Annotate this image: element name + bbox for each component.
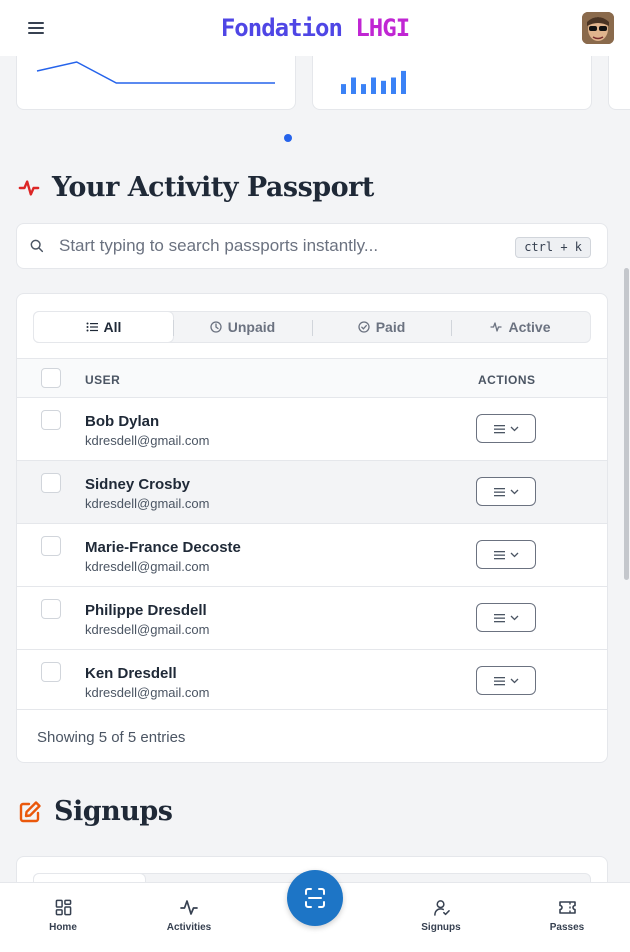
check-circle-icon xyxy=(358,321,370,333)
nav-signups[interactable]: Signups xyxy=(401,899,481,933)
nav-activities-label: Activities xyxy=(166,922,212,933)
user-email: kdresdell@gmail.com xyxy=(85,685,210,700)
sparkline-bar xyxy=(351,77,356,94)
menu-lines-icon xyxy=(493,550,505,559)
ticket-icon xyxy=(558,901,576,914)
sparkline-path xyxy=(36,61,275,84)
dashboard-icon xyxy=(55,899,71,916)
chevron-down-icon xyxy=(510,552,518,557)
signups-title: Signups xyxy=(54,796,173,827)
chevron-down-icon xyxy=(510,426,518,431)
nav-home-label: Home xyxy=(49,922,77,933)
scan-icon xyxy=(305,888,325,908)
user-name: Sidney Crosby xyxy=(85,476,191,493)
row-actions-dropdown[interactable] xyxy=(476,540,536,569)
row-actions-dropdown[interactable] xyxy=(476,666,536,695)
menu-lines-icon xyxy=(493,613,505,622)
search-icon xyxy=(30,239,44,253)
list-icon xyxy=(86,322,98,332)
page-title: Your Activity Passport xyxy=(52,172,374,203)
table-row[interactable]: Sidney Crosby kdresdell@gmail.com xyxy=(17,461,607,524)
column-header-user: USER xyxy=(85,373,121,387)
tab-active-label: Active xyxy=(508,319,551,335)
activity-icon xyxy=(490,322,503,332)
passport-search: ctrl + k xyxy=(16,223,608,269)
top-bar: Fondation LHGI xyxy=(0,0,630,56)
sparkline-bar xyxy=(361,84,366,94)
menu-icon[interactable] xyxy=(26,19,46,37)
carousel-dot-active[interactable] xyxy=(284,134,292,142)
tab-paid[interactable]: Paid xyxy=(312,312,451,342)
signups-section-title: Signups xyxy=(18,796,173,827)
user-email: kdresdell@gmail.com xyxy=(85,496,210,511)
sparkline-bar xyxy=(371,77,376,94)
chevron-down-icon xyxy=(510,678,518,683)
table-row[interactable]: Bob Dylan kdresdell@gmail.com xyxy=(17,398,607,461)
user-email: kdresdell@gmail.com xyxy=(85,622,210,637)
select-all-checkbox[interactable] xyxy=(41,368,61,388)
entries-count: Showing 5 of 5 entries xyxy=(37,729,186,746)
row-actions-dropdown[interactable] xyxy=(476,414,536,443)
keyboard-shortcut-badge: ctrl + k xyxy=(515,237,591,258)
edit-icon xyxy=(19,800,41,822)
brand-name-part2: LHGI xyxy=(355,14,410,42)
user-name: Philippe Dresdell xyxy=(85,602,207,619)
table-row[interactable]: Ken Dresdell kdresdell@gmail.com xyxy=(17,650,607,709)
page-scrollbar[interactable] xyxy=(624,268,629,580)
heartbeat-icon xyxy=(18,179,40,196)
sparkline-bar xyxy=(381,80,386,94)
table-row[interactable]: Philippe Dresdell kdresdell@gmail.com xyxy=(17,587,607,650)
tab-all[interactable]: All xyxy=(34,312,173,342)
user-email: kdresdell@gmail.com xyxy=(85,559,210,574)
sparkline-bar xyxy=(401,70,406,94)
search-input[interactable] xyxy=(59,236,509,256)
menu-lines-icon xyxy=(493,487,505,496)
nav-passes[interactable]: Passes xyxy=(527,899,607,933)
chevron-down-icon xyxy=(510,489,518,494)
tab-all-label: All xyxy=(103,319,122,335)
nav-activities[interactable]: Activities xyxy=(149,899,229,933)
nav-signups-label: Signups xyxy=(421,922,461,933)
activity-icon xyxy=(180,900,198,915)
clock-icon xyxy=(210,321,222,333)
brand-name-part1: Fondation xyxy=(220,14,343,42)
sparkline-bar xyxy=(341,84,346,94)
row-checkbox[interactable] xyxy=(41,599,61,619)
scan-qr-button[interactable] xyxy=(287,870,343,926)
row-checkbox[interactable] xyxy=(41,536,61,556)
chevron-down-icon xyxy=(510,615,518,620)
row-checkbox[interactable] xyxy=(41,410,61,430)
user-name: Marie-France Decoste xyxy=(85,539,241,556)
nav-passes-label: Passes xyxy=(549,922,585,933)
row-actions-dropdown[interactable] xyxy=(476,477,536,506)
table-header: USER ACTIONS xyxy=(17,358,607,398)
user-name: Bob Dylan xyxy=(85,413,160,430)
filter-tabs: All Unpaid Paid Active xyxy=(33,311,591,343)
user-email: kdresdell@gmail.com xyxy=(85,433,210,448)
passport-section-title: Your Activity Passport xyxy=(18,172,374,203)
column-header-actions: ACTIONS xyxy=(478,373,536,387)
row-actions-dropdown[interactable] xyxy=(476,603,536,632)
user-check-icon xyxy=(433,900,450,916)
row-checkbox[interactable] xyxy=(41,473,61,493)
avatar[interactable] xyxy=(582,12,614,44)
table-row[interactable]: Marie-France Decoste kdresdell@gmail.com xyxy=(17,524,607,587)
row-checkbox[interactable] xyxy=(41,662,61,682)
tab-unpaid[interactable]: Unpaid xyxy=(173,312,312,342)
tab-active[interactable]: Active xyxy=(451,312,590,342)
menu-lines-icon xyxy=(493,676,505,685)
tab-unpaid-label: Unpaid xyxy=(227,319,276,335)
menu-lines-icon xyxy=(493,424,505,433)
passport-table-panel: All Unpaid Paid Active USER ACTIONS Bob … xyxy=(16,293,608,763)
tab-paid-label: Paid xyxy=(375,319,406,335)
user-name: Ken Dresdell xyxy=(85,665,177,682)
sparkline-bar xyxy=(391,77,396,94)
nav-home[interactable]: Home xyxy=(23,899,103,933)
brand-logo[interactable]: Fondation LHGI xyxy=(220,14,410,42)
table-footer: Showing 5 of 5 entries xyxy=(17,709,607,762)
